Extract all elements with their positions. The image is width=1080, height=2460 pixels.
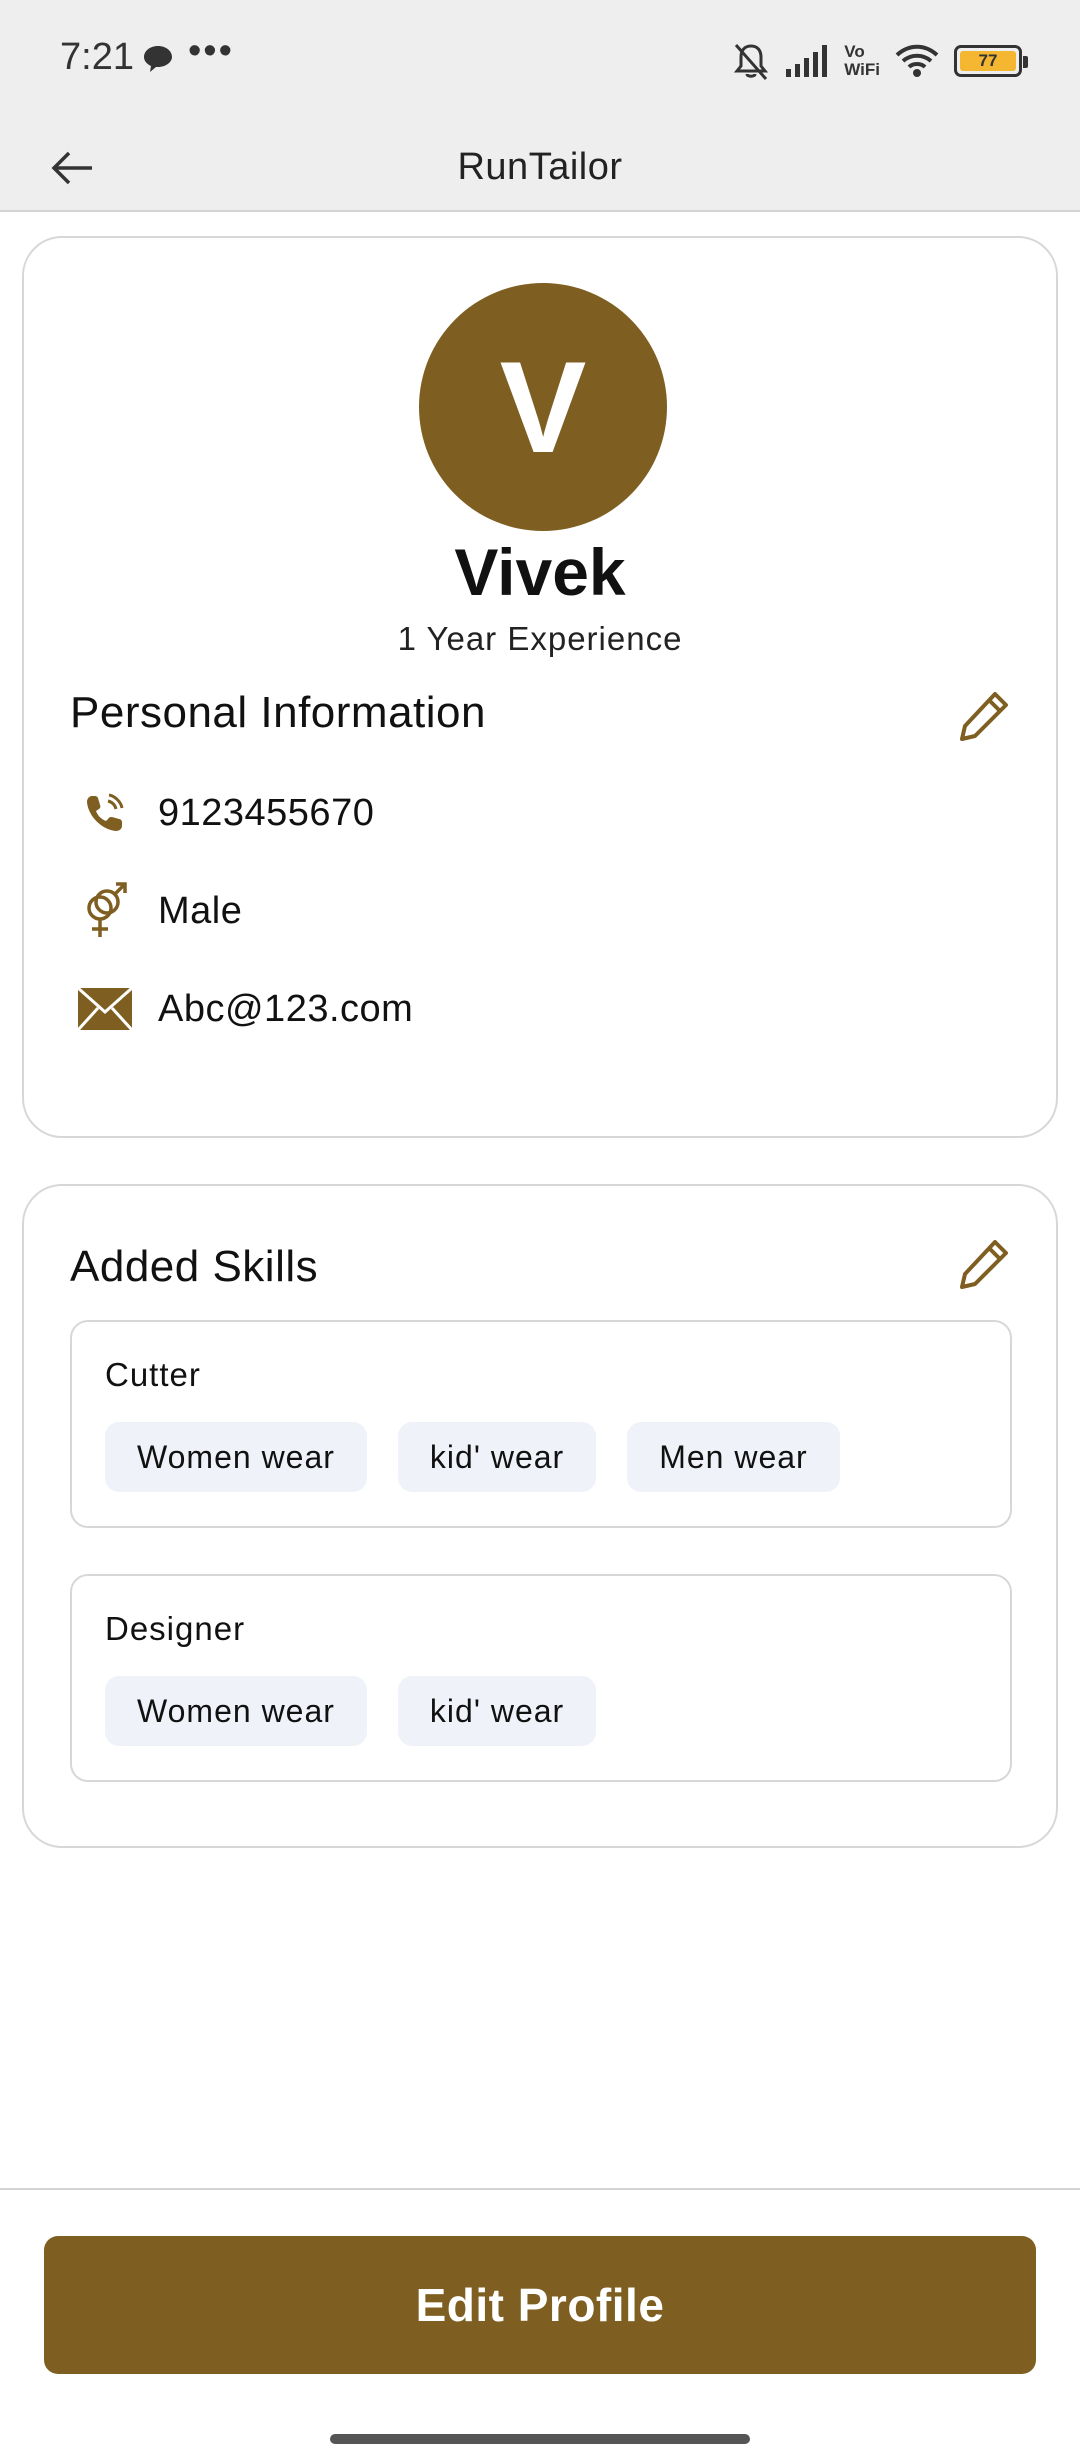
edit-profile-button[interactable]: Edit Profile — [44, 2236, 1036, 2374]
status-time: 7:21 — [60, 36, 134, 78]
envelope-icon — [74, 978, 136, 1040]
phone-icon — [74, 782, 136, 844]
skill-group-designer: Designer Women wear kid' wear — [70, 1574, 1012, 1782]
status-bar: 7:21 ••• Vo WiFi 77 — [0, 0, 1080, 122]
edit-personal-info-button[interactable] — [954, 686, 1014, 746]
skill-chip: kid' wear — [397, 1676, 597, 1746]
home-indicator[interactable] — [330, 2434, 750, 2444]
email-value: Abc@123.com — [158, 987, 414, 1030]
skill-chip: Men wear — [627, 1422, 840, 1492]
phone-row: 9123455670 — [74, 778, 374, 848]
pencil-icon — [960, 1240, 1008, 1289]
status-icons: Vo WiFi 77 — [732, 36, 1028, 86]
bell-muted-icon — [734, 44, 769, 80]
wifi-icon — [895, 44, 939, 77]
phone-value: 9123455670 — [158, 791, 375, 834]
edit-skills-button[interactable] — [954, 1234, 1014, 1294]
battery-level: 77 — [960, 51, 1016, 71]
personal-info-title: Personal Information — [70, 688, 486, 737]
pencil-icon — [960, 692, 1008, 741]
skill-chip: Women wear — [105, 1422, 367, 1492]
skill-group-name: Cutter — [105, 1356, 201, 1393]
app-title: RunTailor — [457, 146, 623, 188]
profile-experience: 1 Year Experience — [397, 620, 683, 657]
skill-chip: Women wear — [105, 1676, 367, 1746]
skill-chips: Women wear kid' wear — [105, 1676, 597, 1746]
email-row: Abc@123.com — [74, 974, 413, 1044]
skills-card: Added Skills Cutter Women wear kid' wear… — [22, 1184, 1058, 1848]
vowifi-bottom: WiFi — [844, 60, 880, 79]
vowifi-indicator: Vo WiFi — [844, 43, 880, 79]
skill-chip: kid' wear — [397, 1422, 597, 1492]
profile-card: V Vivek 1 Year Experience Personal Infor… — [22, 236, 1058, 1138]
skill-chips: Women wear kid' wear Men wear — [105, 1422, 840, 1492]
gender-value: Male — [158, 889, 243, 932]
battery-icon: 77 — [954, 45, 1028, 77]
avatar: V — [419, 283, 667, 531]
bottom-divider — [0, 2188, 1080, 2190]
gender-row: Male — [74, 876, 242, 946]
skills-title: Added Skills — [70, 1242, 319, 1291]
profile-name: Vivek — [454, 535, 626, 609]
app-bar: RunTailor — [0, 122, 1080, 212]
signal-icon — [786, 45, 828, 77]
gender-icon — [74, 880, 136, 942]
skill-group-name: Designer — [105, 1610, 246, 1647]
chat-bubble-icon — [144, 46, 172, 72]
skill-group-cutter: Cutter Women wear kid' wear Men wear — [70, 1320, 1012, 1528]
vowifi-top: Vo — [844, 42, 865, 61]
status-more-dots: ••• — [188, 30, 234, 72]
